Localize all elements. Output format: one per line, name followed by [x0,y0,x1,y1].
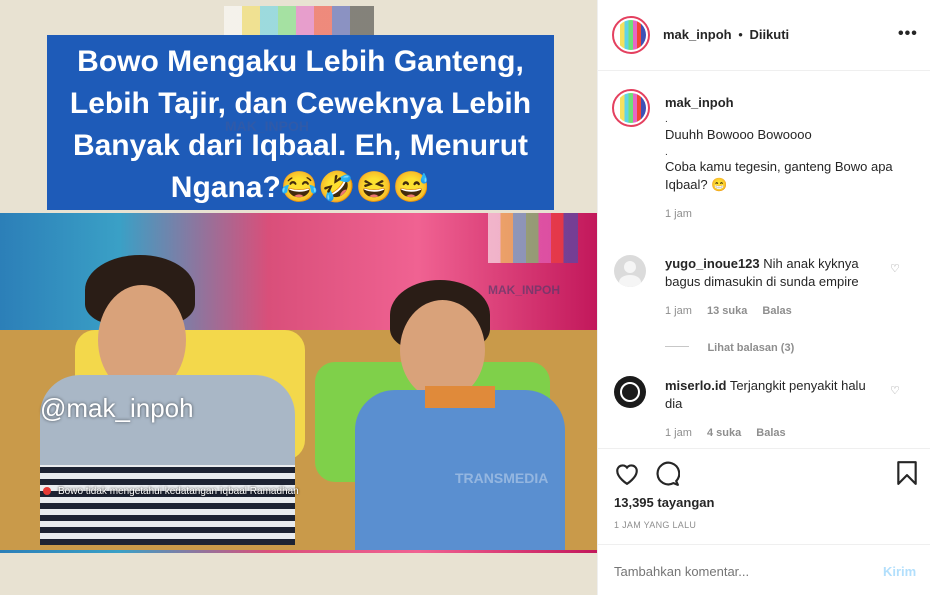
caption-line: Duuhh Bowooo Bowoooo [665,127,812,142]
author-avatar[interactable] [612,16,650,54]
more-options-icon[interactable]: ••• [898,25,918,43]
comment-username[interactable]: yugo_inoue123 [665,256,760,271]
post-comment-button[interactable]: Kirim [883,564,916,579]
view-replies-label[interactable]: Lihat balasan (3) [707,342,794,354]
caption-line: . [665,114,668,125]
reply-button[interactable]: Balas [756,427,785,439]
comment-likes[interactable]: 13 suka [707,305,747,317]
default-avatar-icon [624,261,636,273]
ticker-dot [43,487,51,495]
comment-item: miserlo.id Terjangkit penyakit halu dia … [665,377,880,439]
comment-icon[interactable] [654,461,680,487]
replies-line [665,346,689,348]
tv-logo-watermark-small [488,213,578,263]
comment-time: 1 jam [665,305,692,317]
heart-icon[interactable] [614,461,640,485]
watermark-text-1: MAK_INPOH [225,118,310,134]
caption-block: mak_inpoh . Duuhh Bowooo Bowoooo . Coba … [665,95,920,220]
view-count[interactable]: 13,395 tayangan [614,495,714,510]
comment-input[interactable] [614,561,854,581]
comment-likes[interactable]: 4 suka [707,427,741,439]
view-replies[interactable]: Lihat balasan (3) [665,338,915,356]
follow-status[interactable]: Diikuti [749,27,789,42]
post-side-panel: mak_inpoh • Diikuti ••• mak_inpoh . Duuh… [597,0,930,595]
like-comment-icon[interactable]: ♡ [890,262,902,275]
comment-username[interactable]: miserlo.id [665,378,726,393]
caption-author-avatar[interactable] [612,89,650,127]
caption-time: 1 jam [665,208,692,220]
header-username[interactable]: mak_inpoh [663,27,732,42]
post-actions: 13,395 tayangan 1 JAM YANG LALU [598,448,930,545]
add-comment-bar: Kirim [598,544,930,596]
person-right [355,280,565,550]
post-media[interactable]: Bowo Mengaku Lebih Ganteng, Lebih Tajir,… [0,0,597,595]
commenter-avatar[interactable] [614,376,646,408]
post-date[interactable]: 1 JAM YANG LALU [614,520,696,530]
header-separator: • [738,27,743,42]
reply-button[interactable]: Balas [762,305,791,317]
caption-line: . [665,147,668,158]
caption-username[interactable]: mak_inpoh [665,95,920,110]
like-comment-icon[interactable]: ♡ [890,384,902,397]
comment-item: yugo_inoue123 Nih anak kyknya bagus dima… [665,255,880,317]
commenter-avatar[interactable] [614,255,646,287]
caption-line: Coba kamu tegesin, ganteng Bowo apa Iqba… [665,159,893,192]
ticker-text: Bowo tidak mengetahui kedatangan Iqbaal … [58,486,299,497]
brand-logo-icon [620,382,640,402]
post-header: mak_inpoh • Diikuti ••• [598,0,930,71]
handle-watermark: @mak_inpoh [40,393,194,423]
channel-watermark: TRANSMEDIA [455,470,549,486]
bookmark-icon[interactable] [896,460,918,486]
comment-time: 1 jam [665,427,692,439]
